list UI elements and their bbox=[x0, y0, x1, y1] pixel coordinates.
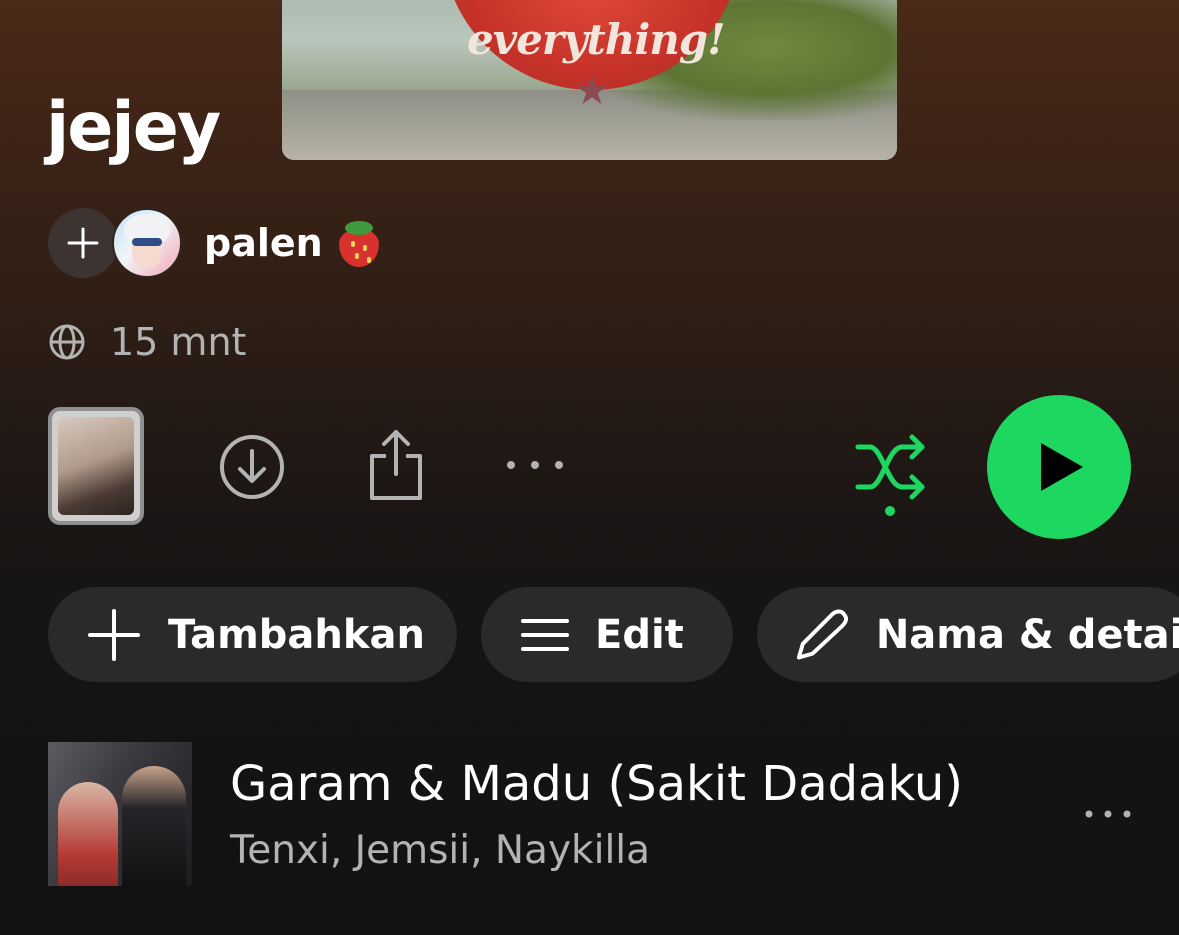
playlist-preview-thumbnail[interactable] bbox=[48, 407, 144, 525]
download-button[interactable] bbox=[216, 431, 288, 503]
playlist-meta: 15 mnt bbox=[48, 320, 246, 364]
strawberry-emoji-icon bbox=[335, 219, 383, 267]
track-title: Garam & Madu (Sakit Dadaku) bbox=[230, 756, 963, 812]
owner-avatar[interactable] bbox=[112, 208, 182, 278]
add-songs-chip[interactable]: Tambahkan bbox=[48, 587, 457, 682]
cover-text: everything! bbox=[467, 15, 726, 64]
more-icon bbox=[507, 461, 563, 469]
plus-icon bbox=[88, 608, 140, 661]
name-details-label: Nama & detail bbox=[875, 611, 1179, 658]
playlist-title: jejey bbox=[46, 88, 221, 167]
playlist-duration: 15 mnt bbox=[110, 320, 247, 364]
edit-label: Edit bbox=[595, 611, 684, 658]
name-details-chip[interactable]: Nama & detail bbox=[757, 587, 1179, 682]
share-icon bbox=[370, 430, 422, 500]
action-chips: Tambahkan Edit Nama & detail bbox=[48, 587, 1179, 682]
more-options-button[interactable] bbox=[500, 445, 570, 485]
cover-star: ★ bbox=[574, 68, 610, 114]
plus-icon bbox=[67, 227, 99, 259]
globe-icon bbox=[49, 324, 85, 360]
more-icon bbox=[1085, 810, 1131, 818]
preview-image bbox=[58, 417, 134, 515]
track-album-art bbox=[48, 742, 192, 886]
share-button[interactable] bbox=[364, 425, 428, 503]
playlist-controls bbox=[0, 395, 1179, 545]
playlist-cover-art: everything! ★ ★ bbox=[282, 0, 897, 160]
play-button[interactable] bbox=[987, 395, 1131, 539]
owner-row: palen bbox=[48, 208, 383, 278]
shuffle-icon bbox=[855, 434, 925, 516]
track-row[interactable]: Garam & Madu (Sakit Dadaku) Tenxi, Jemsi… bbox=[48, 742, 1179, 886]
download-icon bbox=[220, 435, 284, 499]
play-icon bbox=[1041, 443, 1083, 491]
edit-chip[interactable]: Edit bbox=[481, 587, 733, 682]
add-songs-label: Tambahkan bbox=[168, 611, 425, 658]
list-icon bbox=[521, 618, 569, 651]
track-artists: Tenxi, Jemsii, Naykilla bbox=[230, 828, 651, 873]
shuffle-button[interactable] bbox=[852, 431, 932, 517]
track-more-button[interactable] bbox=[1082, 794, 1134, 834]
add-collaborator-button[interactable] bbox=[48, 208, 118, 278]
pencil-icon bbox=[796, 609, 849, 659]
owner-name[interactable]: palen bbox=[204, 221, 323, 265]
